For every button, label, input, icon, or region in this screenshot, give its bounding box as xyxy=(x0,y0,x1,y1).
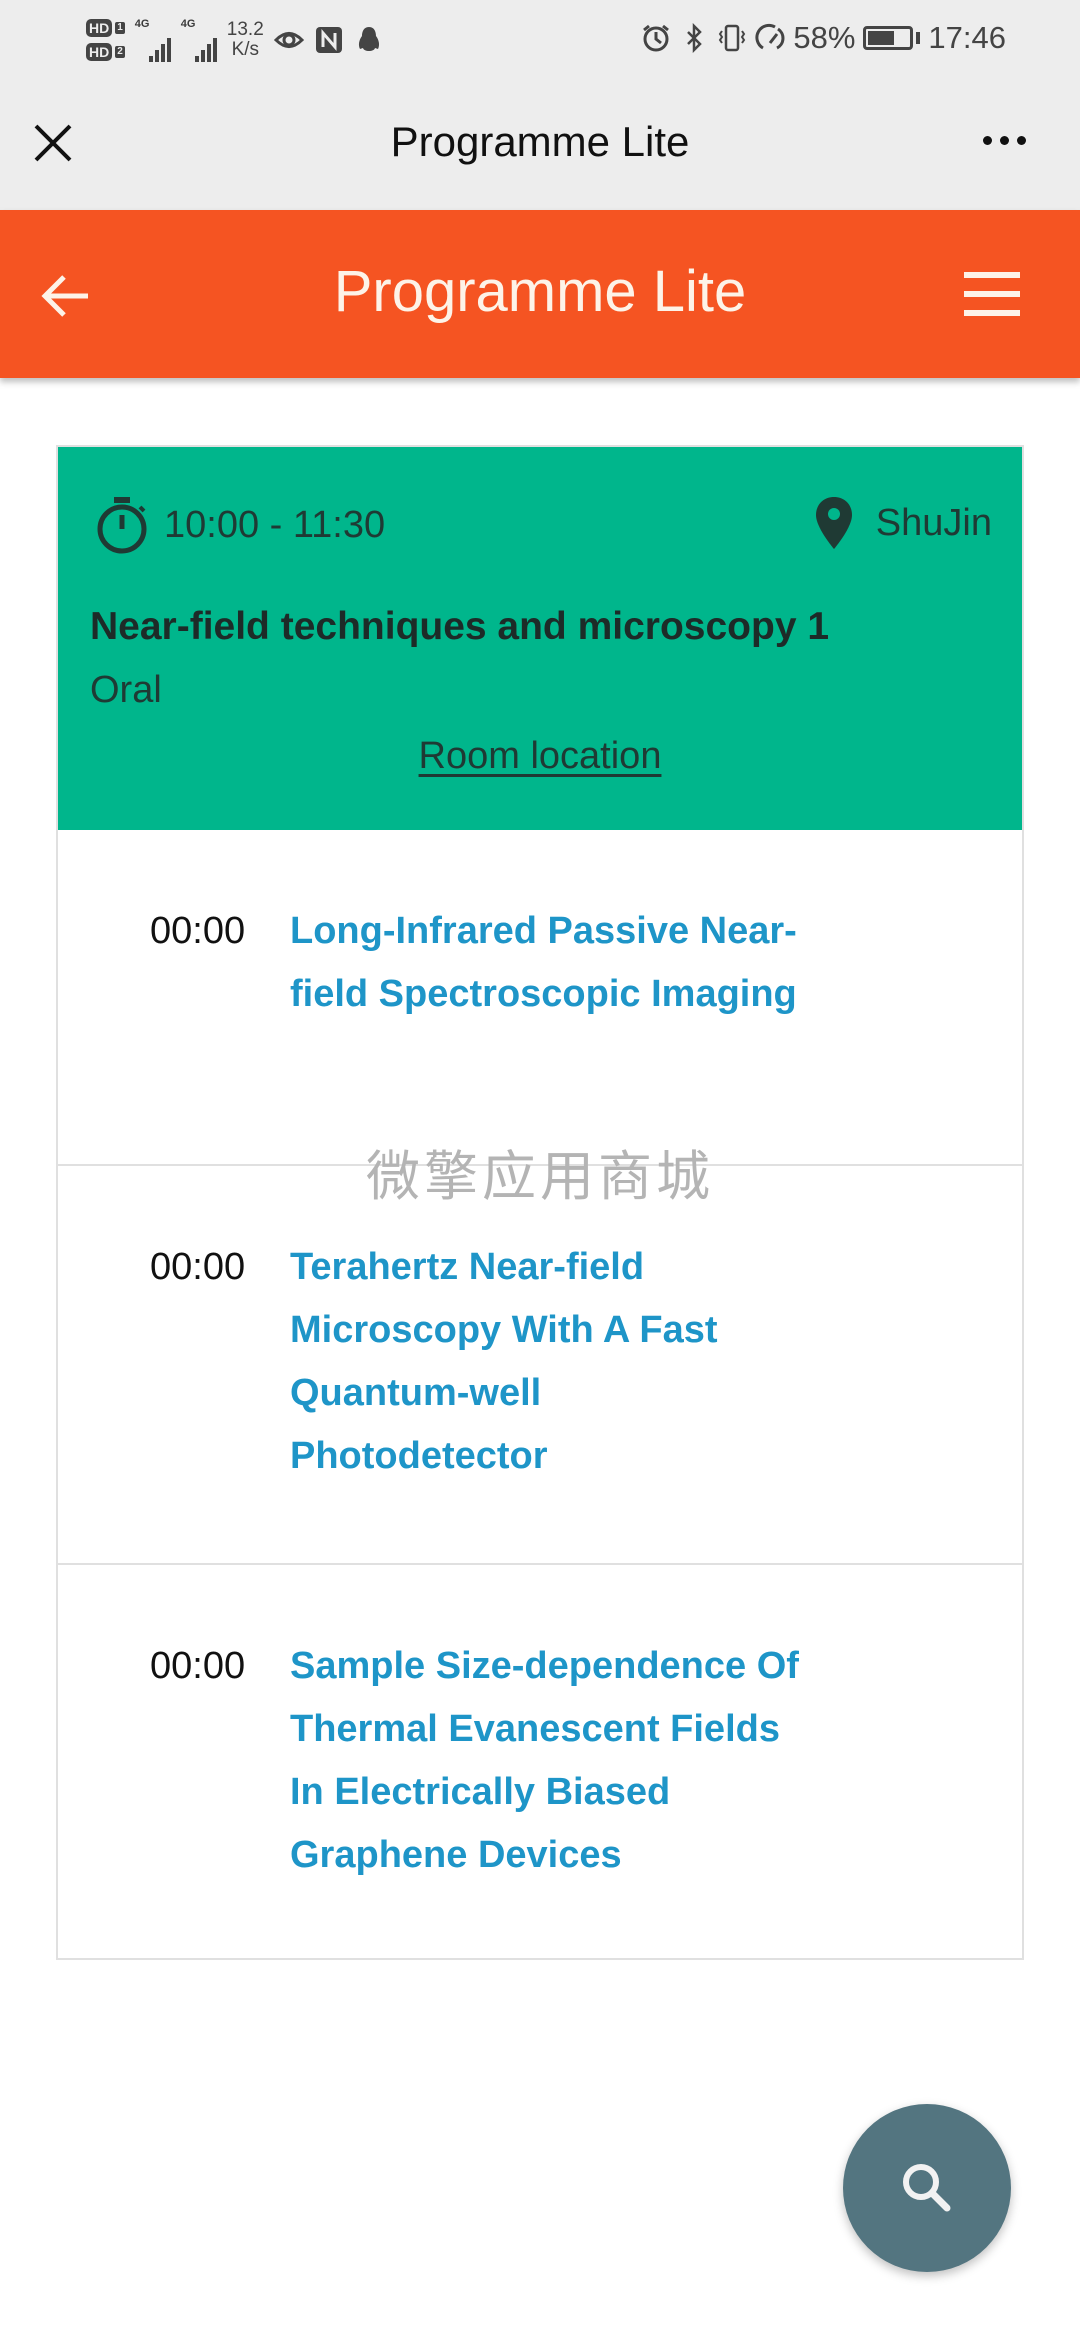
session-type: Oral xyxy=(90,669,162,711)
session-location: ShuJin xyxy=(814,495,992,551)
network-label: 4G xyxy=(134,18,150,30)
talk-time: 00:00 xyxy=(150,1246,246,1288)
hamburger-menu-icon[interactable] xyxy=(964,272,1020,316)
session-title: Near-field techniques and microscopy 1 xyxy=(90,605,830,648)
sim-indicators: HD 1 HD 2 xyxy=(86,19,125,61)
session-location-name: ShuJin xyxy=(875,501,992,544)
qq-penguin-icon xyxy=(358,27,379,51)
app-title: Programme Lite xyxy=(333,259,747,324)
speed-value: 13.2 xyxy=(226,19,264,40)
talk-item[interactable]: 00:00 Sample Size-dependence Of Thermal … xyxy=(58,1563,1022,1960)
battery-percent: 58% xyxy=(793,20,856,55)
sim2-hd: HD 2 xyxy=(86,43,125,61)
hd-badge: HD xyxy=(86,43,113,61)
watermark: 微擎应用商城 xyxy=(366,1145,714,1208)
signal-1-icon: 4G xyxy=(135,18,171,62)
stopwatch-icon xyxy=(97,497,147,554)
sim-index: 2 xyxy=(115,46,125,58)
talk-time: 00:00 xyxy=(150,910,246,952)
container-top-bar: Programme Lite xyxy=(0,76,1080,210)
network-label: 4G xyxy=(180,18,196,30)
session-header: 10:00 - 11:30 ShuJin Near-field techniqu… xyxy=(58,447,1022,830)
network-speed: 13.2 K/s xyxy=(227,20,264,60)
vibrate-icon xyxy=(719,24,746,52)
talk-title-link[interactable]: Terahertz Near-field Microscopy With A F… xyxy=(290,1236,770,1488)
talk-item[interactable]: 00:00 Long-Infrared Passive Near-field S… xyxy=(58,830,1022,1166)
status-bar: HD 1 HD 2 4G 4G 13.2 K/s 58% 17:46 xyxy=(0,0,1080,76)
app-bar: Programme Lite xyxy=(0,210,1080,378)
search-icon xyxy=(903,2164,951,2212)
container-title: Programme Lite xyxy=(390,118,690,165)
clock: 17:46 xyxy=(928,20,1006,55)
data-saver-icon xyxy=(755,23,785,50)
eye-icon xyxy=(273,32,304,48)
status-right: 58% 17:46 xyxy=(641,18,1006,58)
battery-tip xyxy=(916,32,921,44)
bluetooth-icon xyxy=(687,23,703,53)
speed-unit: K/s xyxy=(231,39,260,60)
hd-badge: HD xyxy=(86,19,113,37)
session-time-range: 10:00 - 11:30 xyxy=(164,503,386,546)
status-left: HD 1 HD 2 4G 4G 13.2 K/s xyxy=(86,10,384,70)
sim1-hd: HD 1 xyxy=(86,19,125,37)
talk-title-link[interactable]: Sample Size-dependence Of Thermal Evanes… xyxy=(290,1635,810,1887)
session-time: 10:00 - 11:30 xyxy=(94,495,385,555)
talk-item[interactable]: 00:00 Terahertz Near-field Microscopy Wi… xyxy=(58,1164,1022,1565)
search-fab-button[interactable] xyxy=(843,2104,1011,2272)
talk-title-link[interactable]: Long-Infrared Passive Near-field Spectro… xyxy=(290,900,850,1026)
map-pin-icon xyxy=(815,497,852,549)
signal-2-icon: 4G xyxy=(181,18,217,62)
nfc-icon xyxy=(315,27,342,53)
battery-icon xyxy=(863,26,914,50)
alarm-icon xyxy=(643,24,670,52)
more-dots-icon[interactable] xyxy=(983,136,1026,145)
room-location-link[interactable]: Room location xyxy=(58,735,1022,778)
talk-time: 00:00 xyxy=(150,1645,246,1687)
sim-index: 1 xyxy=(115,22,125,34)
